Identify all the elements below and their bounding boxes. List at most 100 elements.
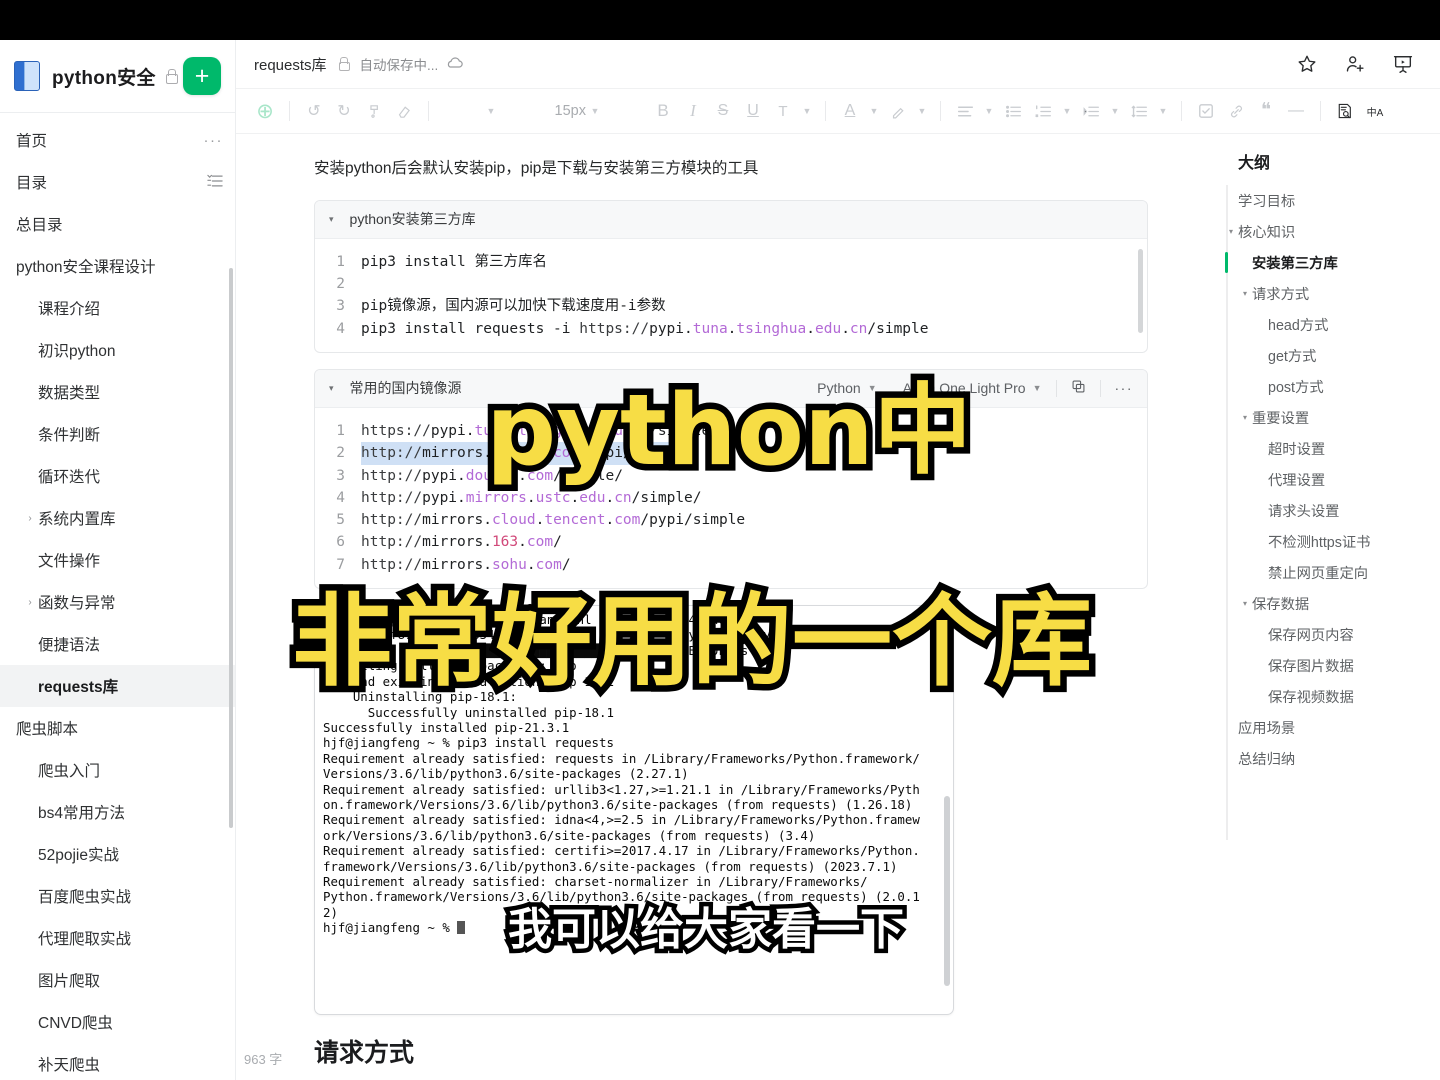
code-line[interactable]: 2: [315, 273, 1147, 295]
code-line[interactable]: 6 http://mirrors.163.com/: [315, 531, 1147, 553]
sidebar-item[interactable]: › 函数与异常: [0, 581, 235, 623]
sidebar-item[interactable]: bs4常用方法: [0, 791, 235, 833]
outline-item[interactable]: ▾ 保存数据: [1208, 588, 1440, 619]
translate-button[interactable]: 中A: [1360, 96, 1390, 126]
align-button[interactable]: [950, 96, 980, 126]
outline-item[interactable]: 安装第三方库: [1208, 247, 1440, 278]
presentation-icon[interactable]: [1392, 53, 1414, 75]
paragraph-style-dropdown[interactable]: ▼: [482, 96, 500, 126]
format-painter-button[interactable]: [359, 96, 389, 126]
highlight-button[interactable]: [883, 96, 913, 126]
outline-item[interactable]: 学习目标: [1208, 185, 1440, 216]
collapse-caret-icon[interactable]: ▾: [329, 214, 334, 225]
code-block-body[interactable]: 1 pip3 install 第三方库名 2 3 pip镜像源，国内源可以加快下载速度…: [315, 239, 1147, 352]
code-line[interactable]: 7 http://mirrors.sohu.com/: [315, 554, 1147, 576]
sidebar-item[interactable]: requests库: [0, 665, 235, 707]
outline-item[interactable]: 保存视频数据: [1208, 681, 1440, 712]
outline-item[interactable]: 代理设置: [1208, 464, 1440, 495]
link-button[interactable]: [1221, 96, 1251, 126]
sidebar-item[interactable]: › 系统内置库: [0, 497, 235, 539]
text-effect-button[interactable]: T: [768, 96, 798, 126]
sidebar-item[interactable]: 52pojie实战: [0, 833, 235, 875]
sidebar-item[interactable]: 数据类型: [0, 371, 235, 413]
chevron-right-icon[interactable]: ›: [22, 597, 38, 608]
code-line[interactable]: 4 http://pypi.mirrors.ustc.edu.cn/simple/: [315, 487, 1147, 509]
sidebar-item[interactable]: 文件操作: [0, 539, 235, 581]
sidebar-item[interactable]: 百度爬虫实战: [0, 875, 235, 917]
align-dropdown[interactable]: ▼: [980, 96, 998, 126]
outline-item[interactable]: 保存图片数据: [1208, 650, 1440, 681]
outline-item[interactable]: 不检测https证书: [1208, 526, 1440, 557]
redo-button[interactable]: ↻: [329, 96, 359, 126]
outline-item[interactable]: head方式: [1208, 309, 1440, 340]
numbered-list-dropdown[interactable]: ▼: [1058, 96, 1076, 126]
sidebar-item[interactable]: 爬虫脚本: [0, 707, 235, 749]
font-size-dropdown[interactable]: ▼: [586, 96, 604, 126]
caret-down-icon[interactable]: ▾: [1238, 413, 1252, 422]
font-color-dropdown[interactable]: ▼: [865, 96, 883, 126]
collapse-caret-icon[interactable]: ▾: [329, 383, 334, 394]
outline-item[interactable]: 总结归纳: [1208, 743, 1440, 774]
outline-item[interactable]: get方式: [1208, 340, 1440, 371]
clear-format-button[interactable]: [389, 96, 419, 126]
sidebar-item[interactable]: 图片爬取: [0, 959, 235, 1001]
outline-item[interactable]: ▾ 重要设置: [1208, 402, 1440, 433]
copy-icon[interactable]: [1071, 379, 1086, 397]
code-line[interactable]: 4 pip3 install requests -i https://pypi.t…: [315, 318, 1147, 340]
add-note-button[interactable]: +: [183, 57, 221, 95]
code-line[interactable]: 3 pip镜像源，国内源可以加快下载速度用-i参数: [315, 295, 1147, 317]
outline-item[interactable]: 请求头设置: [1208, 495, 1440, 526]
code-line[interactable]: 5 http://mirrors.cloud.tencent.com/pypi/s…: [315, 509, 1147, 531]
line-height-dropdown[interactable]: ▼: [1154, 96, 1172, 126]
bold-button[interactable]: B: [648, 96, 678, 126]
caret-down-icon[interactable]: ▾: [1224, 227, 1238, 236]
code-block-scrollbar[interactable]: [1138, 248, 1143, 333]
sidebar-item[interactable]: 循环迭代: [0, 455, 235, 497]
underline-button[interactable]: U: [738, 96, 768, 126]
add-user-icon[interactable]: [1344, 53, 1366, 75]
code-line[interactable]: 1 pip3 install 第三方库名: [315, 251, 1147, 273]
sidebar-item[interactable]: 课程介绍: [0, 287, 235, 329]
caret-down-icon[interactable]: ▾: [1238, 289, 1252, 298]
sidebar-item[interactable]: 总目录: [0, 203, 235, 245]
italic-button[interactable]: I: [678, 96, 708, 126]
indent-dropdown[interactable]: ▼: [1106, 96, 1124, 126]
find-replace-button[interactable]: [1330, 96, 1360, 126]
outline-item[interactable]: 禁止网页重定向: [1208, 557, 1440, 588]
sidebar-item[interactable]: 初识python: [0, 329, 235, 371]
undo-button[interactable]: ↺: [299, 96, 329, 126]
more-dots-icon[interactable]: ···: [204, 132, 224, 149]
strikethrough-button[interactable]: S: [708, 96, 738, 126]
sidebar-item[interactable]: 目录: [0, 161, 235, 203]
sidebar-item[interactable]: 便捷语法: [0, 623, 235, 665]
text-effect-dropdown[interactable]: ▼: [798, 96, 816, 126]
sidebar-item[interactable]: 爬虫入门: [0, 749, 235, 791]
line-height-button[interactable]: [1124, 96, 1154, 126]
outline-item[interactable]: 应用场景: [1208, 712, 1440, 743]
sidebar-item[interactable]: 补天爬虫: [0, 1043, 235, 1080]
quote-button[interactable]: ❝: [1251, 96, 1281, 126]
bullet-list-button[interactable]: [998, 96, 1028, 126]
outline-list-icon[interactable]: [207, 174, 223, 191]
divider-button[interactable]: —: [1281, 96, 1311, 126]
sidebar-item[interactable]: 代理爬取实战: [0, 917, 235, 959]
numbered-list-button[interactable]: [1028, 96, 1058, 126]
highlight-dropdown[interactable]: ▼: [913, 96, 931, 126]
font-size-value[interactable]: 15px: [544, 96, 586, 126]
more-icon[interactable]: ···: [1115, 380, 1134, 396]
terminal-scrollbar[interactable]: [944, 796, 950, 987]
checklist-button[interactable]: [1191, 96, 1221, 126]
outline-item[interactable]: ▾ 请求方式: [1208, 278, 1440, 309]
caret-down-icon[interactable]: ▾: [1238, 599, 1252, 608]
sidebar-item[interactable]: python安全课程设计: [0, 245, 235, 287]
sidebar-item[interactable]: CNVD爬虫: [0, 1001, 235, 1043]
star-icon[interactable]: [1296, 53, 1318, 75]
outline-item[interactable]: 超时设置: [1208, 433, 1440, 464]
chevron-right-icon[interactable]: ›: [22, 513, 38, 524]
sidebar-scrollbar[interactable]: [229, 268, 233, 828]
outline-item[interactable]: post方式: [1208, 371, 1440, 402]
sidebar-item[interactable]: 条件判断: [0, 413, 235, 455]
sidebar-item[interactable]: 首页 ···: [0, 119, 235, 161]
indent-button[interactable]: [1076, 96, 1106, 126]
code-block-header[interactable]: ▾ python安装第三方库: [315, 200, 1147, 239]
